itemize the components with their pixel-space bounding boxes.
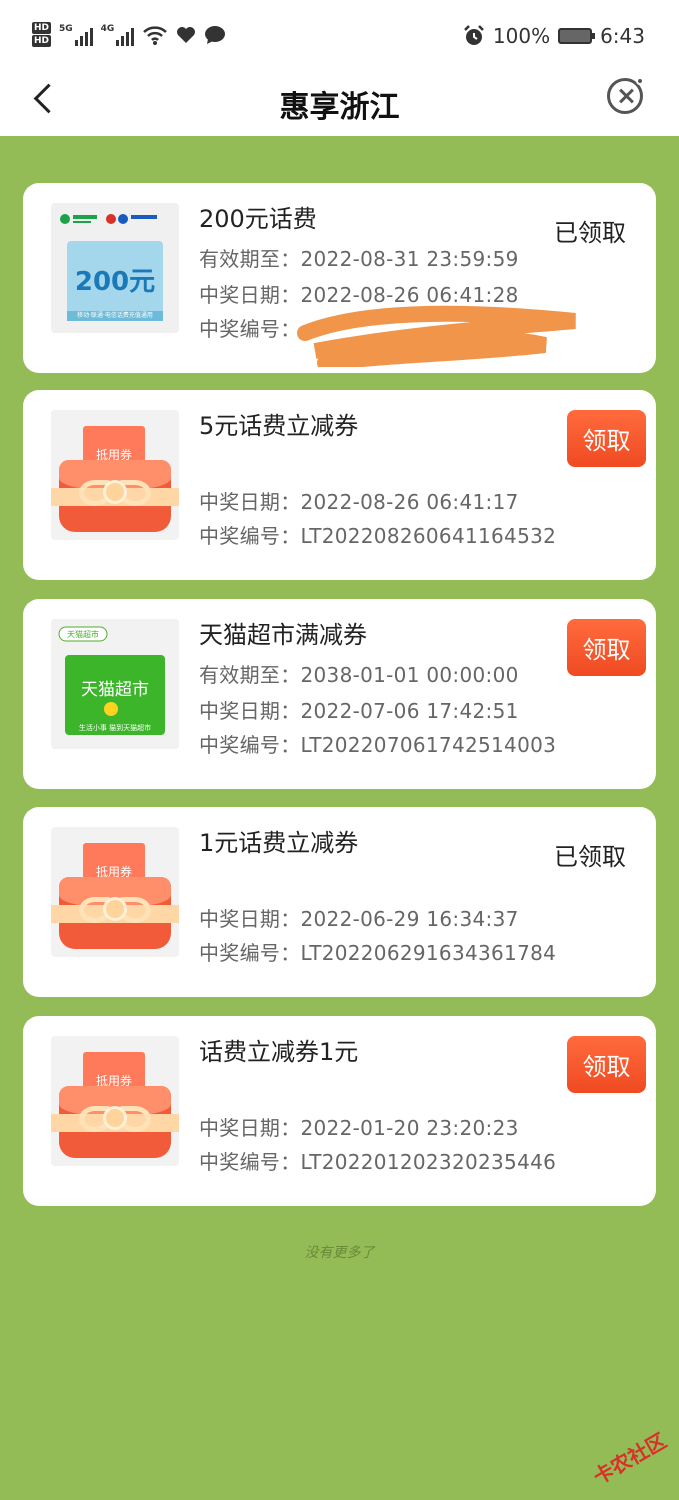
tmall-logo-text: 天猫超市 <box>81 680 149 700</box>
prize-card-1: 200元 移动·联通·电信话费充值通用 200元话费 有效期至：2022-08-… <box>23 183 656 373</box>
prize-code: 中奖编号：LT20220629163436178​4 <box>199 941 557 965</box>
prize-title: 1元话费立减券 <box>199 829 359 857</box>
redaction-scribble <box>297 305 576 367</box>
prize-code: 中奖编号：LT20220826064116453​2 <box>199 524 557 548</box>
prize-list: 200元 移动·联通·电信话费充值通用 200元话费 有效期至：2022-08-… <box>0 136 679 1500</box>
win-date: 中奖日期：2022-08-26 06:41:17 <box>199 490 519 514</box>
prize-title: 话费立减券1元 <box>199 1038 359 1066</box>
signal-icon: 4G <box>101 24 135 46</box>
signal-icon: 5G <box>59 24 93 46</box>
prize-code: 中奖编号：LT20220120232023544​6 <box>199 1150 557 1174</box>
heart-icon <box>177 26 196 43</box>
prize-card-3: 天猫超市 天猫超市 生活小事 猫到天猫超市 天猫超市满减券 有效期至：2038-… <box>23 599 656 789</box>
battery-percent: 100% <box>492 24 551 48</box>
prize-title: 200元话费 <box>199 205 317 233</box>
phone-card-desc: 移动·联通·电信话费充值通用 <box>77 312 153 319</box>
envelope-thumbnail: 抵用券 <box>51 827 179 957</box>
phone-card-amount: 200元 <box>74 267 156 297</box>
alarm-icon <box>464 25 484 45</box>
wifi-icon <box>143 25 168 45</box>
claim-button[interactable]: 领取 <box>567 410 646 467</box>
win-date: 中奖日期：2022-07-06 17:42:51 <box>199 699 519 723</box>
claimed-status: 已领取 <box>554 843 626 871</box>
prize-code: 中奖编号：LT20220706174251400​3 <box>199 733 557 757</box>
tmall-slogan: 生活小事 猫到天猫超市 <box>78 724 152 732</box>
prize-title: 5元话费立减券 <box>199 412 359 440</box>
phone-card-thumbnail: 200元 移动·联通·电信话费充值通用 <box>51 203 179 333</box>
no-more-text: 没有更多了 <box>304 1245 375 1261</box>
battery-icon <box>558 28 596 44</box>
claim-button[interactable]: 领取 <box>567 1036 646 1093</box>
claim-button[interactable]: 领取 <box>567 619 646 676</box>
watermark-logo: 卡农社区 <box>589 1428 671 1490</box>
tmall-thumbnail: 天猫超市 天猫超市 生活小事 猫到天猫超市 <box>51 619 179 749</box>
tmall-badge: 天猫超市 <box>67 630 99 639</box>
prize-card-2: 抵用券 5元话费立减券 中奖日期：2022-08-26 06:41:17 中奖编… <box>23 390 656 580</box>
win-date: 中奖日期：2022-01-20 23:20:23 <box>199 1116 519 1140</box>
prize-card-4: 抵用券 1元话费立减券 中奖日期：2022-06-29 16:34:37 中奖编… <box>23 807 656 997</box>
win-date: 中奖日期：2022-06-29 16:34:37 <box>199 907 519 931</box>
close-icon[interactable] <box>607 77 644 114</box>
envelope-thumbnail: 抵用券 <box>51 1036 179 1166</box>
status-bar: HD HD 5G 4G 100% 6:43 <box>0 0 679 70</box>
message-icon <box>205 25 226 44</box>
envelope-thumbnail: 抵用券 <box>51 410 179 540</box>
page-title: 惠享浙江 <box>279 90 400 125</box>
nav-bar: 惠享浙江 <box>0 70 679 136</box>
valid-until: 有效期至：2022-08-31 23:59:59 <box>199 247 519 271</box>
clock: 6:43 <box>600 24 645 48</box>
hd-badge: HD HD <box>32 22 52 47</box>
prize-title: 天猫超市满减券 <box>199 621 367 649</box>
claimed-status: 已领取 <box>554 219 626 247</box>
prize-code: 中奖编号： <box>199 317 301 341</box>
prize-card-5: 抵用券 话费立减券1元 中奖日期：2022-01-20 23:20:23 中奖编… <box>23 1016 656 1206</box>
valid-until: 有效期至：2038-01-01 00:00:00 <box>199 663 519 687</box>
